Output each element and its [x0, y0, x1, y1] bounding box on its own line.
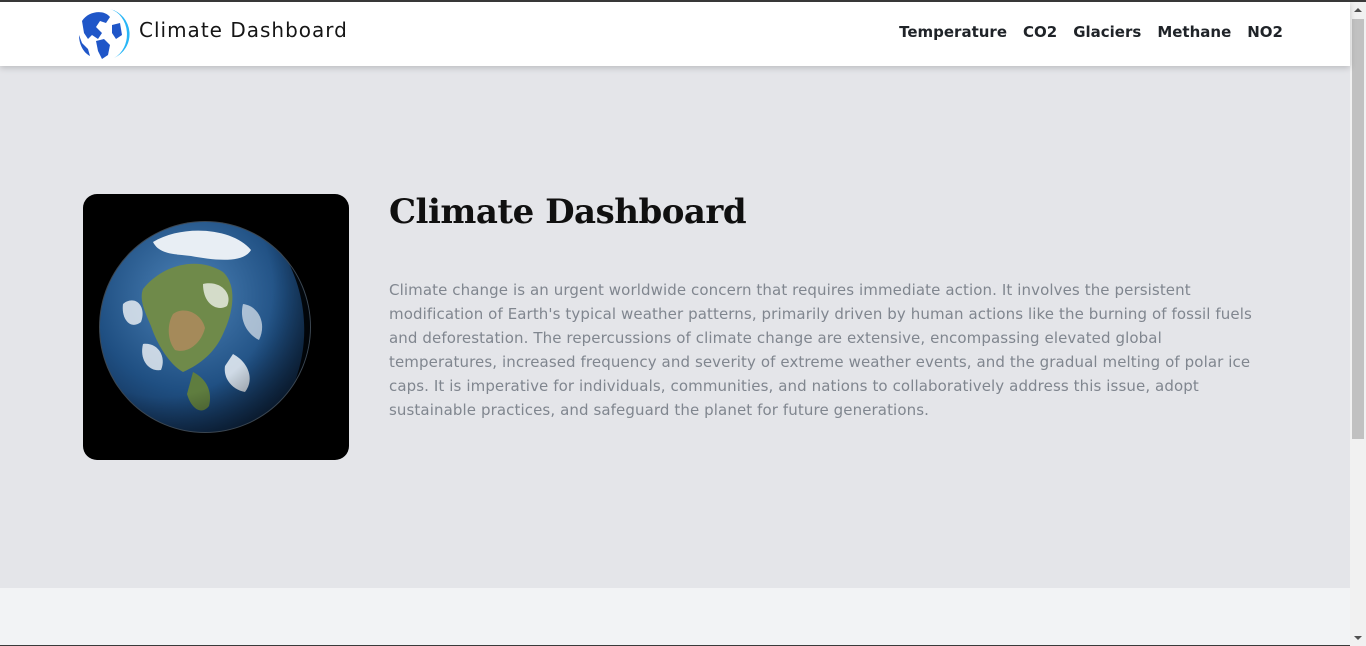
nav-link-glaciers[interactable]: Glaciers — [1073, 23, 1141, 41]
scrollbar-thumb[interactable] — [1352, 19, 1364, 439]
nav-link-no2[interactable]: NO2 — [1247, 23, 1283, 41]
scroll-up-arrow-icon[interactable] — [1350, 2, 1366, 18]
page-title: Climate Dashboard — [389, 192, 747, 232]
earth-image — [83, 194, 349, 460]
nav-link-co2[interactable]: CO2 — [1023, 23, 1057, 41]
vertical-scrollbar[interactable] — [1350, 2, 1366, 646]
hero-description: Climate change is an urgent worldwide co… — [389, 281, 1252, 419]
hero-section: Climate Dashboard Climate change is an u… — [0, 66, 1350, 588]
navbar: Climate Dashboard Temperature CO2 Glacie… — [0, 2, 1350, 66]
nav-link-temperature[interactable]: Temperature — [899, 23, 1007, 41]
nav-menu: Temperature CO2 Glaciers Methane NO2 — [899, 23, 1283, 41]
brand-title: Climate Dashboard — [139, 18, 348, 42]
brand[interactable]: Climate Dashboard — [74, 4, 348, 64]
scroll-down-arrow-icon[interactable] — [1350, 630, 1366, 646]
next-section — [0, 588, 1350, 646]
globe-logo-icon — [77, 9, 130, 59]
nav-link-methane[interactable]: Methane — [1157, 23, 1231, 41]
